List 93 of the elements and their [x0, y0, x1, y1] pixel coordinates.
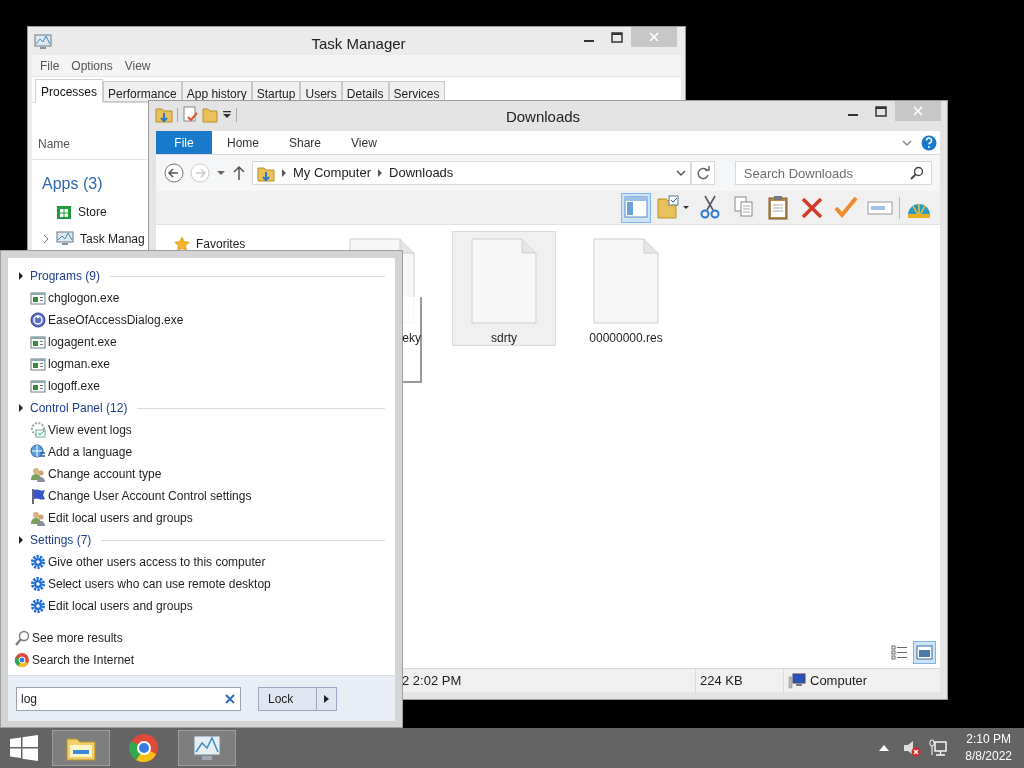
address-bar[interactable]: My Computer Downloads: [252, 161, 692, 185]
expand-arrow-icon[interactable]: [18, 535, 24, 545]
group-heading: Apps (3): [42, 175, 103, 192]
link[interactable]: Search the Internet: [32, 651, 135, 669]
clock-date[interactable]: 8/8/2022: [965, 748, 1012, 765]
menu-item[interactable]: File: [36, 56, 64, 75]
speaker-muted-icon[interactable]: [903, 739, 922, 757]
result-item[interactable]: chglogon.exe: [48, 289, 120, 307]
window-icon: [30, 378, 46, 394]
browser-icon: [14, 652, 30, 668]
menu-item[interactable]: View: [120, 56, 155, 75]
status-text: Computer: [810, 671, 868, 690]
window-title: Downloads: [504, 107, 582, 127]
monitor-icon: [34, 33, 52, 51]
document-icon: [470, 238, 538, 324]
file-item[interactable]: 00000000.res: [574, 231, 678, 346]
group-heading[interactable]: Settings (7): [30, 531, 92, 549]
expand-arrow-icon[interactable]: [18, 271, 24, 281]
status-text: 224 KB: [700, 671, 743, 690]
up-arrow-icon[interactable]: [232, 163, 246, 183]
tab[interactable]: Users: [300, 81, 342, 102]
users-icon: [30, 466, 46, 482]
result-item[interactable]: logoff.exe: [48, 377, 100, 395]
event-log-icon: [30, 422, 46, 438]
window-icon: [30, 290, 46, 306]
gear-icon: [30, 598, 46, 614]
network-icon[interactable]: [929, 739, 948, 757]
search-field[interactable]: Search Downloads: [734, 161, 932, 185]
breadcrumb[interactable]: My Computer: [293, 163, 372, 183]
taskbar-button[interactable]: [178, 730, 236, 766]
document-icon: [592, 238, 660, 324]
clear-icon[interactable]: [225, 693, 235, 704]
result-item[interactable]: Select users who can use remote desktop: [48, 575, 271, 593]
flag-icon: [30, 488, 46, 504]
refresh-icon[interactable]: [696, 166, 711, 180]
result-item[interactable]: Add a language: [48, 443, 133, 461]
result-item[interactable]: Give other users access to this computer: [48, 553, 266, 571]
clock-time[interactable]: 2:10 PM: [966, 731, 1011, 748]
preview-pane-icon[interactable]: [621, 192, 651, 223]
group-heading[interactable]: Programs (9): [30, 267, 100, 285]
tab[interactable]: Performance: [103, 81, 182, 102]
ribbon-tab[interactable]: Share: [274, 131, 337, 154]
search-icon[interactable]: [910, 166, 924, 180]
browser-icon: [127, 731, 161, 765]
result-item[interactable]: View event logs: [48, 421, 132, 439]
result-item[interactable]: Edit local users and groups: [48, 597, 193, 615]
result-item[interactable]: EaseOfAccessDialog.exe: [48, 311, 184, 329]
gear-icon: [30, 554, 46, 570]
breadcrumb[interactable]: Downloads: [389, 163, 454, 183]
large-icons-view-icon[interactable]: [913, 641, 936, 664]
search-field[interactable]: log: [16, 686, 241, 711]
properties-icon[interactable]: [182, 106, 198, 123]
folder-icon[interactable]: [155, 106, 173, 123]
monitor-icon: [56, 230, 74, 247]
search-icon: [14, 630, 30, 646]
result-item[interactable]: Edit local users and groups: [48, 509, 193, 527]
process-name[interactable]: Store: [78, 202, 107, 221]
arrow-icon: [324, 694, 329, 703]
globe-icon: [30, 444, 46, 460]
users-icon: [30, 510, 46, 526]
store-icon: [56, 203, 72, 220]
process-name[interactable]: Task Manag: [80, 229, 145, 248]
windows-logo-icon[interactable]: [10, 735, 38, 761]
chevron-icon: [377, 168, 384, 178]
link[interactable]: See more results: [32, 629, 123, 647]
gear-icon: [30, 576, 46, 592]
window-title: Task Manager: [310, 34, 407, 54]
close-icon: [913, 106, 923, 116]
star-icon: [174, 236, 190, 252]
close-icon: [649, 32, 659, 42]
file-item[interactable]: sdrty: [452, 231, 556, 346]
menu-item[interactable]: Options: [67, 56, 117, 75]
window-icon: [30, 356, 46, 372]
taskbar-button[interactable]: [52, 730, 110, 766]
ribbon-tab[interactable]: View: [336, 131, 392, 154]
accessibility-icon: [30, 312, 46, 328]
ribbon-tab[interactable]: Home: [212, 131, 274, 154]
tab[interactable]: Processes: [35, 79, 104, 103]
column-header[interactable]: Name: [38, 135, 70, 153]
chevron-icon: [281, 168, 287, 178]
group-heading[interactable]: Control Panel (12): [30, 399, 128, 417]
computer-icon: [788, 672, 806, 689]
back-icon[interactable]: [164, 163, 184, 183]
folder-icon: [257, 164, 275, 182]
nav-item[interactable]: Favorites: [196, 235, 246, 253]
status-text: 2 2:02 PM: [402, 671, 462, 690]
result-item[interactable]: logagent.exe: [48, 333, 117, 351]
chevron-up-icon[interactable]: [879, 744, 890, 752]
window-icon: [30, 334, 46, 350]
result-item[interactable]: Change User Account Control settings: [48, 487, 252, 505]
expand-arrow-icon[interactable]: [18, 403, 24, 413]
result-item[interactable]: logman.exe: [48, 355, 111, 373]
result-item[interactable]: Change account type: [48, 465, 162, 483]
